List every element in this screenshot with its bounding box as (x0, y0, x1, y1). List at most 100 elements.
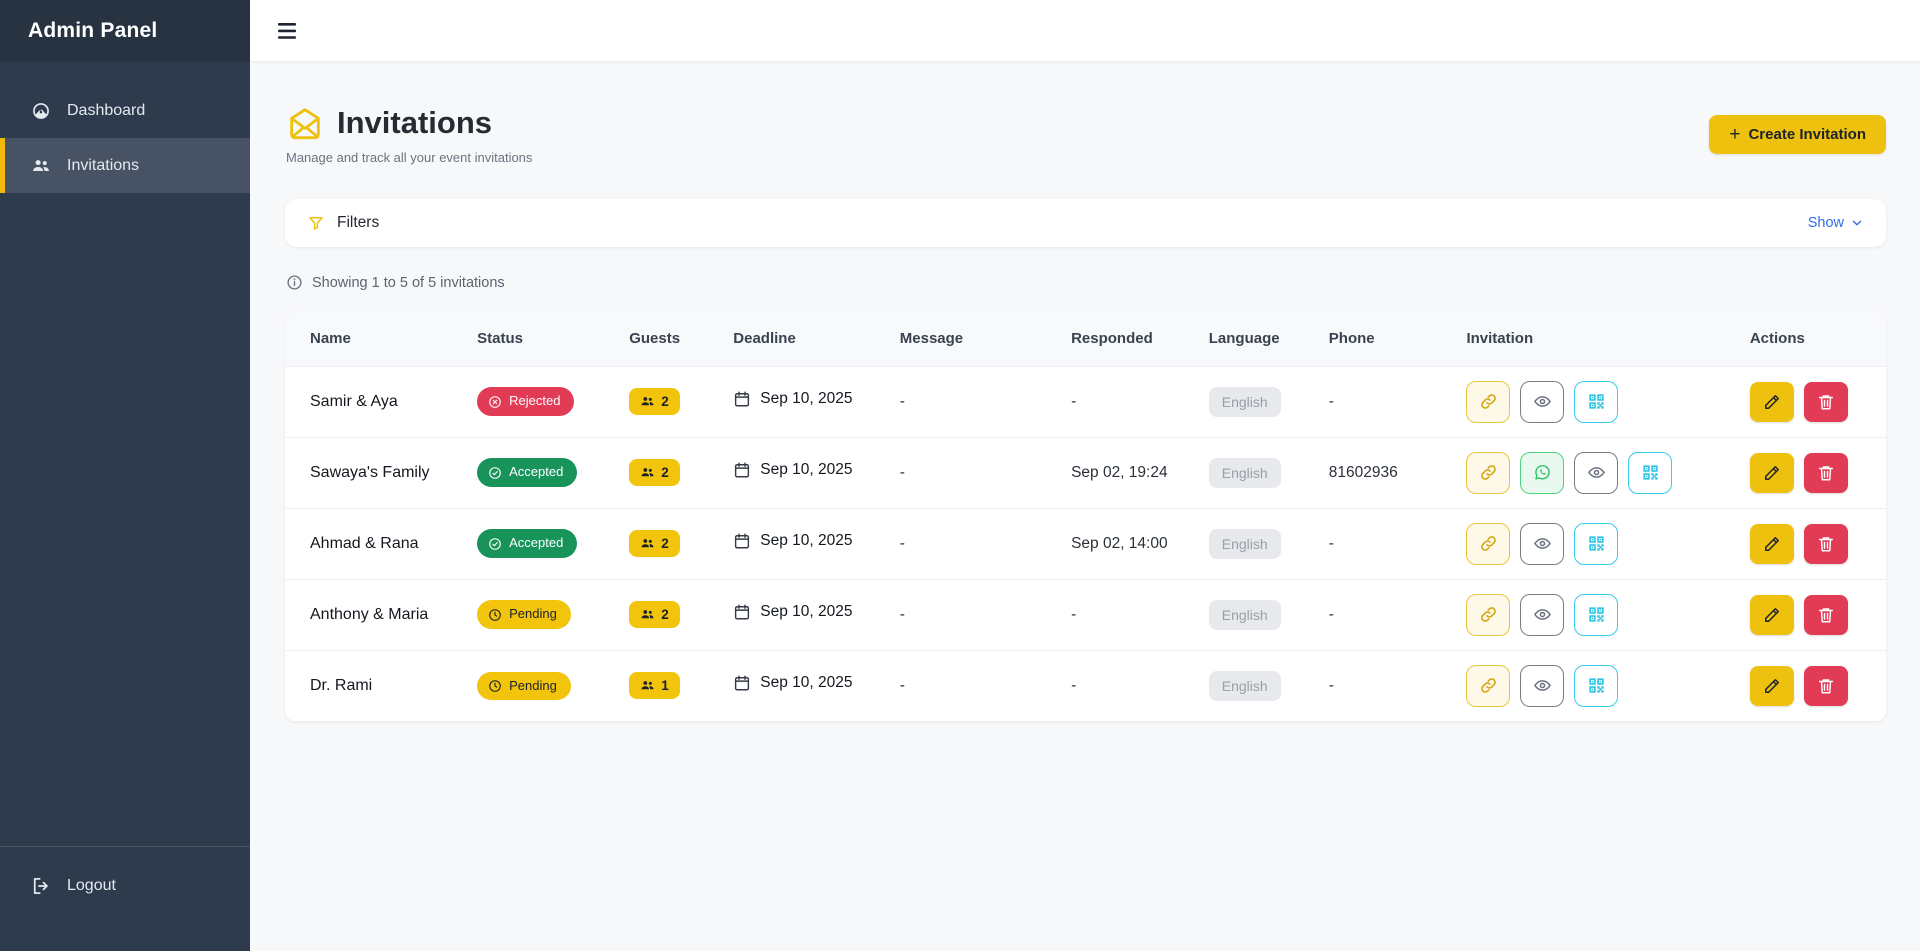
users-icon (640, 678, 655, 693)
clock-icon (488, 679, 502, 693)
create-invitation-button[interactable]: + Create Invitation (1709, 115, 1886, 154)
link-icon (1479, 676, 1498, 695)
qr-code-button[interactable] (1574, 665, 1618, 707)
cell-status: Pending (477, 579, 629, 650)
pencil-icon (1763, 535, 1781, 553)
column-header-invitation: Invitation (1466, 312, 1749, 366)
guests-badge: 1 (629, 672, 680, 699)
sidebar-item-dashboard[interactable]: Dashboard (0, 83, 250, 138)
app-window: Admin Panel Dashboard Invitations Logou (0, 0, 1920, 951)
cell-actions (1750, 579, 1886, 650)
cell-message: - (900, 650, 1071, 721)
status-badge: Pending (477, 672, 571, 700)
qr-code-button[interactable] (1574, 594, 1618, 636)
cell-status: Accepted (477, 508, 629, 579)
hamburger-menu-button[interactable] (274, 19, 300, 43)
edit-button[interactable] (1750, 453, 1794, 493)
cell-message: - (900, 579, 1071, 650)
qr-code-icon (1587, 676, 1606, 695)
link-icon (1479, 392, 1498, 411)
link-button[interactable] (1466, 381, 1510, 423)
eye-button[interactable] (1520, 523, 1564, 565)
edit-button[interactable] (1750, 666, 1794, 706)
whatsapp-button[interactable] (1520, 452, 1564, 494)
column-header-phone: Phone (1329, 312, 1467, 366)
eye-icon (1587, 463, 1606, 482)
delete-button[interactable] (1804, 453, 1848, 493)
column-header-language: Language (1209, 312, 1329, 366)
filters-show-toggle[interactable]: Show (1808, 215, 1864, 231)
guests-badge: 2 (629, 388, 680, 415)
cell-invitation (1466, 508, 1749, 579)
cell-status: Pending (477, 650, 629, 721)
link-button[interactable] (1466, 523, 1510, 565)
qr-code-icon (1587, 534, 1606, 553)
trash-icon (1817, 535, 1835, 553)
sidebar-footer: Logout (0, 846, 250, 951)
info-icon (286, 274, 303, 291)
filters-show-label: Show (1808, 215, 1844, 231)
cell-status: Rejected (477, 366, 629, 437)
cell-language: English (1209, 508, 1329, 579)
main-area: Invitations Manage and track all your ev… (250, 0, 1920, 951)
status-label: Pending (509, 606, 557, 622)
cell-name: Ahmad & Rana (285, 508, 477, 579)
language-badge: English (1209, 529, 1281, 559)
users-icon (640, 465, 655, 480)
qr-code-icon (1587, 605, 1606, 624)
pencil-icon (1763, 606, 1781, 624)
delete-button[interactable] (1804, 382, 1848, 422)
users-icon (640, 394, 655, 409)
deadline-date: Sep 10, 2025 (760, 603, 852, 621)
cell-responded: - (1071, 650, 1209, 721)
qr-code-button[interactable] (1574, 523, 1618, 565)
cell-phone: - (1329, 579, 1467, 650)
logout-label: Logout (67, 877, 116, 895)
logout-button[interactable]: Logout (0, 861, 250, 911)
table-row: Ahmad & Rana Accepted 2 Sep 10, 2025 - S… (285, 508, 1886, 579)
link-button[interactable] (1466, 665, 1510, 707)
cell-invitation (1466, 650, 1749, 721)
link-button[interactable] (1466, 594, 1510, 636)
delete-button[interactable] (1804, 666, 1848, 706)
plus-icon: + (1729, 125, 1740, 144)
eye-button[interactable] (1574, 452, 1618, 494)
delete-button[interactable] (1804, 595, 1848, 635)
filters-label: Filters (337, 214, 379, 232)
qr-code-button[interactable] (1628, 452, 1672, 494)
cell-phone: 81602936 (1329, 437, 1467, 508)
status-badge: Pending (477, 600, 571, 628)
edit-button[interactable] (1750, 524, 1794, 564)
qr-code-button[interactable] (1574, 381, 1618, 423)
cell-phone: - (1329, 508, 1467, 579)
eye-button[interactable] (1520, 381, 1564, 423)
link-button[interactable] (1466, 452, 1510, 494)
eye-button[interactable] (1520, 665, 1564, 707)
page-subtitle: Manage and track all your event invitati… (286, 150, 532, 165)
cell-message: - (900, 508, 1071, 579)
circle-check-icon (488, 466, 502, 480)
cell-responded: Sep 02, 19:24 (1071, 437, 1209, 508)
cell-guests: 1 (629, 650, 733, 721)
edit-button[interactable] (1750, 382, 1794, 422)
dashboard-icon (31, 101, 51, 121)
column-header-name: Name (285, 312, 477, 366)
calendar-icon (733, 674, 751, 692)
page-title: Invitations (337, 105, 492, 141)
eye-button[interactable] (1520, 594, 1564, 636)
cell-deadline: Sep 10, 2025 (733, 508, 900, 579)
edit-button[interactable] (1750, 595, 1794, 635)
cell-deadline: Sep 10, 2025 (733, 579, 900, 650)
hamburger-icon (278, 23, 296, 39)
sidebar-item-invitations[interactable]: Invitations (0, 138, 250, 193)
table-row: Dr. Rami Pending 1 Sep 10, 2025 - - Engl… (285, 650, 1886, 721)
calendar-icon (733, 390, 751, 408)
column-header-status: Status (477, 312, 629, 366)
delete-button[interactable] (1804, 524, 1848, 564)
pencil-icon (1763, 393, 1781, 411)
language-badge: English (1209, 600, 1281, 630)
calendar-icon (733, 603, 751, 621)
trash-icon (1817, 677, 1835, 695)
column-header-guests: Guests (629, 312, 733, 366)
guests-badge: 2 (629, 530, 680, 557)
